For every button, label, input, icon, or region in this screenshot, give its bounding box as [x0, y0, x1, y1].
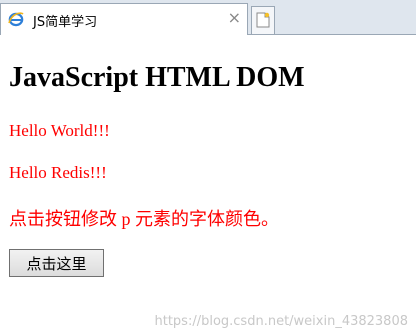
new-tab-button[interactable] [251, 6, 275, 34]
tab-js-study[interactable]: JS简单学习 × [0, 3, 248, 35]
paragraph-hello-world: Hello World!!! [9, 121, 110, 140]
paragraph-hello-redis: Hello Redis!!! [9, 163, 107, 182]
click-here-button[interactable]: 点击这里 [9, 249, 104, 277]
browser-window: JS简单学习 × JavaScript HTML DOM Hello World… [0, 0, 416, 335]
close-icon[interactable]: × [228, 9, 241, 27]
new-tab-icon [256, 12, 270, 28]
tab-bar: JS简单学习 × [0, 0, 416, 35]
ie-logo-icon [8, 11, 24, 27]
paragraph-instruction: 点击按钮修改 p 元素的字体颜色。 [9, 209, 279, 229]
page-heading: JavaScript HTML DOM [9, 62, 305, 93]
tab-title: JS简单学习 [33, 15, 98, 30]
watermark: https://blog.csdn.net/weixin_43823808 [154, 314, 408, 329]
